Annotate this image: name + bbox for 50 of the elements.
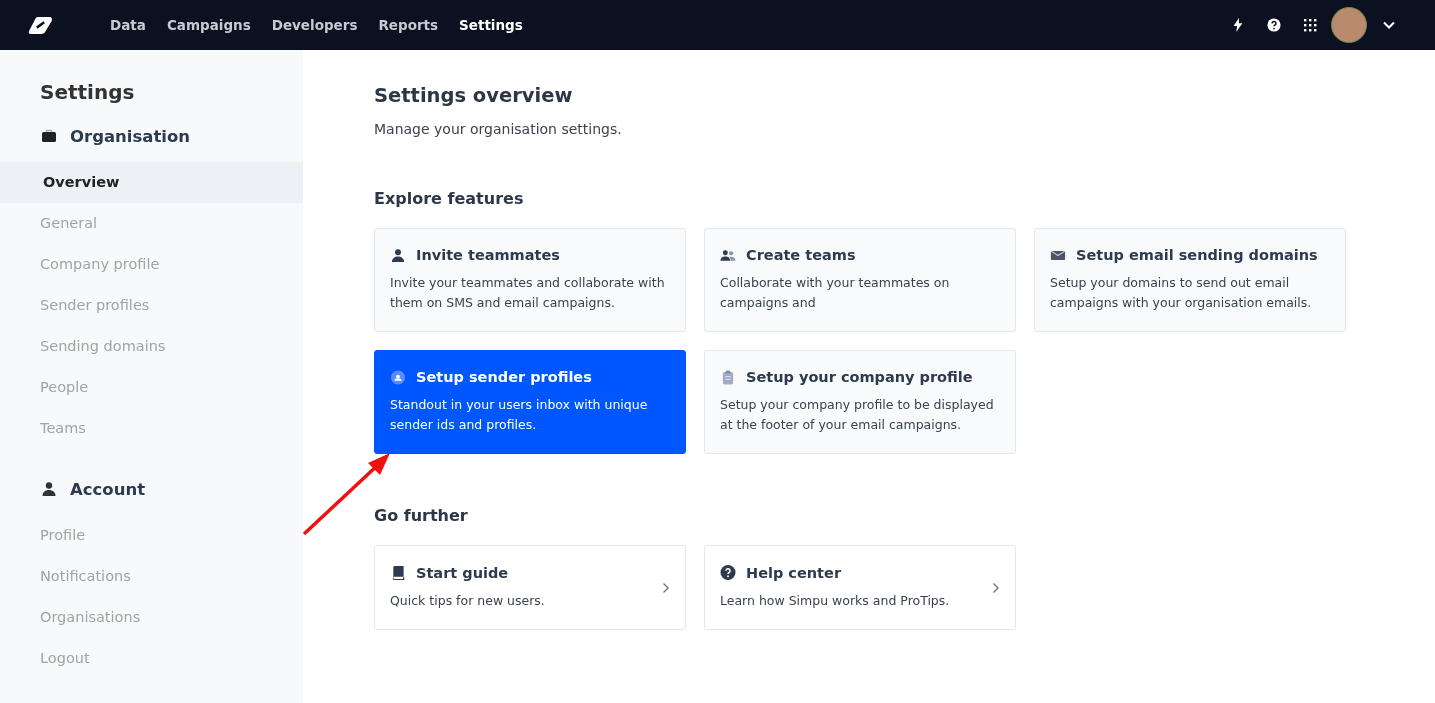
feature-card[interactable]: Invite teammates Invite your teammates and collaborate with them on SMS and email campaigns. [374,228,686,332]
card-description: Quick tips for new users. [390,591,546,610]
section-heading: Organisation [70,126,191,146]
help-icon [720,565,736,580]
page-subtitle: Manage your organisation settings. [374,121,623,137]
book-icon [390,565,406,580]
chevron-down-icon[interactable] [1383,21,1395,29]
feature-card[interactable]: Setup sender profiles Standout in your users inbox with unique sender ids and profiles. [374,350,686,454]
card-title: Create teams [746,247,856,263]
profile-badge-icon [390,369,406,385]
chevron-right-icon [992,581,1000,594]
card-description: Invite your teammates and collaborate with them on SMS and email campaigns. [390,274,666,312]
card-description: Setup your company profile to be displayed at the footer of your email campaigns. [720,396,995,434]
link-card[interactable]: Help center Learn how Simpu works and ProTips. [704,545,1016,630]
card-description: Standout in your users inbox with unique sender ids and profiles. [390,396,649,434]
nav-link[interactable]: Data [110,17,146,33]
logo-icon [28,15,54,35]
link-card[interactable]: Start guide Quick tips for new users. [374,545,686,630]
card-description: Learn how Simpu works and ProTips. [720,591,951,610]
card-title: Invite teammates [416,247,560,263]
card-description: Collaborate with your teammates on campaigns and [720,274,951,312]
page-title: Settings overview [374,84,574,107]
nav-link[interactable]: Developers [271,17,358,33]
briefcase-icon [40,128,58,144]
clipboard-icon [720,369,736,385]
nav-link[interactable]: Settings [459,17,523,33]
chevron-right-icon [662,581,670,594]
card-title: Start guide [416,564,509,581]
card-title: Setup email sending domains [1076,247,1318,263]
section-heading: Go further [374,506,469,525]
card-title: Setup sender profiles [416,369,592,385]
lightning-icon[interactable] [1231,18,1245,32]
card-title: Setup your company profile [746,369,973,385]
section-heading: Explore features [374,189,525,208]
person-icon [390,247,406,263]
avatar[interactable] [1331,7,1367,43]
help-icon[interactable] [1267,18,1281,32]
nav-link[interactable]: Reports [378,17,439,33]
card-title: Help center [746,564,842,581]
feature-card[interactable]: Setup your company profile Setup your company profile to be displayed at the footer of your email campaigns. [704,350,1016,454]
feature-card[interactable]: Setup email sending domains Setup your domains to send out email campaigns with your organisation emails. [1034,228,1346,332]
card-description: Setup your domains to send out email campaigns with your organisation emails. [1050,274,1313,312]
apps-grid-icon[interactable] [1303,18,1317,32]
person-icon [40,481,58,497]
people-icon [720,247,736,263]
feature-card[interactable]: Create teams Collaborate with your teammates on campaigns and [704,228,1016,332]
sidebar-item[interactable]: Overview [0,162,303,203]
section-heading: Account [70,479,146,499]
nav-link[interactable]: Campaigns [166,17,251,33]
sidebar-title: Settings [40,80,136,104]
